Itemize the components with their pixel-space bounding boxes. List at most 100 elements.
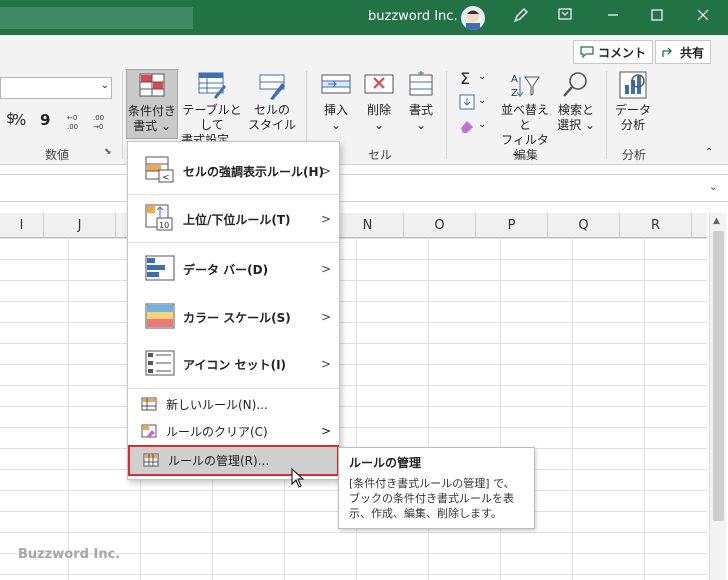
menu-item-data-bars[interactable]: データ バー(D) >	[128, 245, 339, 293]
minimize-icon[interactable]	[600, 6, 626, 28]
chevron-down-icon[interactable]: ⌄	[478, 95, 486, 106]
vertical-scrollbar[interactable]: ▲	[709, 213, 726, 580]
icon-sets-icon	[145, 350, 175, 379]
chevron-down-icon: ⌄	[373, 118, 385, 132]
avatar[interactable]	[461, 6, 485, 30]
tooltip-body: [条件付き書式ルールの管理] で、ブックの条件付き書式ルールを表示、作成、編集、…	[349, 477, 515, 520]
chevron-down-icon: ⌄	[415, 118, 427, 132]
group-separator	[606, 71, 607, 159]
close-icon[interactable]	[690, 6, 716, 28]
manage-rules-icon	[143, 453, 159, 470]
conditional-format-button[interactable]: 条件付き 書式 ⌄	[126, 69, 178, 139]
conditional-format-icon	[136, 70, 168, 102]
eraser-icon[interactable]	[459, 118, 475, 138]
menu-item-clear-rules[interactable]: ルールのクリア(C) >	[128, 418, 339, 444]
autosum-icon[interactable]: Σ	[460, 69, 470, 88]
format-button[interactable]: 書式 ⌄	[402, 69, 440, 133]
menu-item-label: 上位/下位ルール(T)	[183, 212, 291, 227]
menu-item-label: アイコン セット(I)	[183, 357, 287, 372]
share-button[interactable]: 共有	[655, 40, 712, 64]
svg-text:→0: →0	[93, 123, 103, 131]
analyze-data-label-2: 分析	[620, 118, 645, 132]
svg-text:<: <	[162, 173, 170, 183]
group-separator	[446, 71, 447, 159]
menu-item-color-scales[interactable]: カラー スケール(S) >	[128, 293, 339, 341]
scroll-up-icon[interactable]: ▲	[713, 216, 720, 226]
conditional-format-label-2: 書式 ⌄	[133, 119, 171, 133]
mouse-cursor-icon	[291, 467, 305, 491]
menu-item-label: データ バー(D)	[183, 262, 269, 277]
cell-styles-icon	[256, 69, 288, 101]
chevron-down-icon[interactable]: ⌄	[478, 71, 486, 82]
cell-styles-button[interactable]: セルの スタイル ⌄	[246, 69, 298, 148]
account-name[interactable]: buzzword Inc.	[368, 9, 458, 24]
ribbon: コメント 共有 ⌄ $ % 9 ←0.00 .00 →0 数値 ⬊ 条件付き 書式…	[0, 35, 728, 165]
format-as-table-label-1: テーブルとして	[182, 103, 242, 132]
menu-item-manage-rules[interactable]: ルールの管理(R)...	[128, 445, 339, 476]
collapse-ribbon-icon[interactable]: ⌃	[705, 147, 713, 158]
chevron-down-icon[interactable]: ⌄	[709, 180, 718, 193]
chevron-right-icon: >	[320, 262, 331, 276]
top-bottom-rules-icon: 10	[145, 204, 175, 235]
number-format-dropdown[interactable]: ⌄	[0, 77, 112, 99]
find-select-button[interactable]: 検索と 選択 ⌄	[556, 69, 596, 133]
fill-icon[interactable]	[459, 94, 475, 114]
clear-rules-icon	[141, 424, 157, 441]
comma-style-button[interactable]: 9	[40, 111, 50, 131]
number-group-label: 数値	[45, 148, 70, 162]
column-header[interactable]: P	[476, 213, 548, 238]
ribbon-display-icon[interactable]	[552, 6, 578, 28]
svg-text:A: A	[511, 74, 518, 85]
menu-item-icon-sets[interactable]: アイコン セット(I) >	[128, 341, 339, 387]
menu-item-new-rule[interactable]: 新しいルール(N)...	[128, 391, 339, 417]
decrease-decimal-button[interactable]: .00 →0	[92, 111, 112, 131]
title-search-field[interactable]	[0, 7, 193, 29]
editing-group-label: 編集	[514, 148, 539, 162]
tooltip: ルールの管理 [条件付き書式ルールの管理] で、ブックの条件付き書式ルールを表示…	[338, 447, 535, 529]
column-header[interactable]: R	[620, 213, 692, 238]
pen-icon[interactable]	[508, 6, 534, 28]
highlight-cells-rules-icon: <	[145, 156, 175, 187]
scrollbar-thumb[interactable]	[713, 231, 724, 521]
magnifier-icon	[560, 69, 592, 101]
column-header[interactable]: J	[44, 213, 116, 238]
comments-button[interactable]: コメント	[573, 40, 654, 64]
chevron-right-icon: >	[320, 357, 331, 371]
formula-bar[interactable]: ⌄	[0, 174, 728, 202]
tooltip-title: ルールの管理	[349, 456, 422, 470]
maximize-icon[interactable]	[644, 6, 670, 28]
format-as-table-button[interactable]: テーブルとして 書式設定 ⌄	[179, 69, 245, 148]
chevron-right-icon: >	[320, 212, 331, 226]
column-header[interactable]: O	[404, 213, 476, 238]
analyze-data-label-1: データ	[614, 103, 651, 117]
menu-separator	[128, 194, 339, 195]
color-scales-icon	[145, 303, 175, 332]
insert-button[interactable]: 挿入 ⌄	[315, 69, 357, 133]
group-separator	[122, 71, 123, 159]
conditional-format-label-1: 条件付き	[127, 104, 176, 118]
svg-text:←0: ←0	[67, 114, 77, 122]
menu-item-label: セルの強調表示ルール(H)	[183, 164, 325, 179]
menu-item-top-bottom-rules[interactable]: 10 上位/下位ルール(T) >	[128, 196, 339, 242]
delete-cells-icon	[363, 69, 395, 101]
chevron-down-icon: ⌄	[100, 80, 109, 91]
conditional-format-menu: < セルの強調表示ルール(H) > 10 上位/下位ルール(T) > データ バ…	[127, 141, 340, 480]
chevron-down-icon: ⌄	[330, 118, 342, 132]
new-rule-label: 新しいルール(N)...	[166, 397, 268, 412]
analyze-data-button[interactable]: データ 分析	[612, 69, 654, 133]
chevron-down-icon[interactable]: ⌄	[478, 119, 486, 130]
column-header[interactable]: I	[0, 213, 44, 238]
dialog-launcher-icon[interactable]: ⬊	[104, 147, 112, 157]
svg-text:10: 10	[159, 221, 169, 230]
delete-button[interactable]: 削除 ⌄	[358, 69, 400, 133]
increase-decimal-button[interactable]: ←0.00	[66, 111, 86, 131]
percent-button[interactable]: %	[12, 111, 26, 131]
format-label: 書式	[408, 103, 433, 117]
column-header[interactable]: N	[332, 213, 404, 238]
find-select-label-2: 選択 ⌄	[557, 118, 595, 132]
menu-item-highlight-cells-rules[interactable]: < セルの強調表示ルール(H) >	[128, 148, 339, 194]
manage-rules-label: ルールの管理(R)...	[168, 454, 270, 468]
watermark: Buzzword Inc.	[18, 547, 121, 562]
cells-group-label: セル	[368, 148, 393, 162]
column-header[interactable]: Q	[548, 213, 620, 238]
